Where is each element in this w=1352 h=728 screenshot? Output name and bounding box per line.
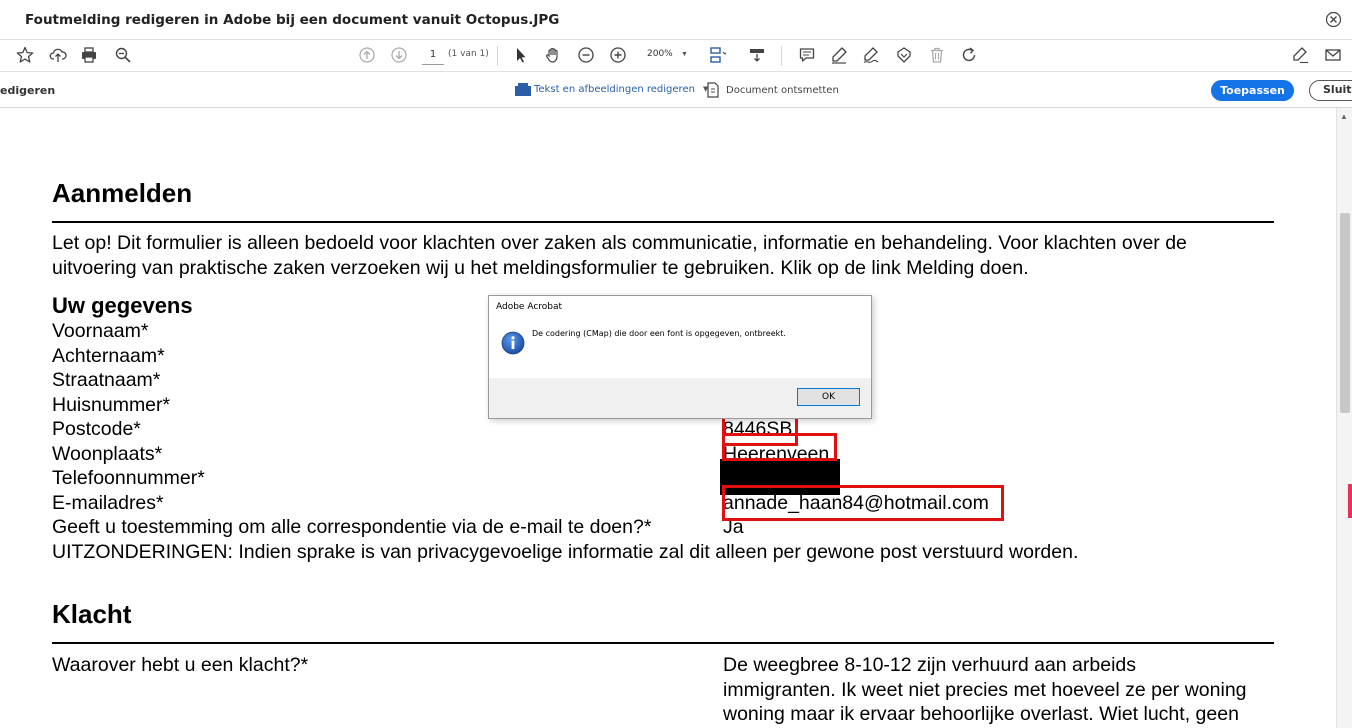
star-icon[interactable] bbox=[15, 45, 35, 65]
heading-rule bbox=[52, 642, 1274, 644]
scrollbar-thumb[interactable] bbox=[1340, 213, 1350, 413]
complaint-question: Waarover hebt u een klacht?* bbox=[52, 654, 309, 676]
delete-icon[interactable] bbox=[927, 45, 947, 65]
field-label: Voornaam* bbox=[52, 320, 149, 342]
intro-line-2: uitvoering van praktische zaken verzoeke… bbox=[52, 257, 1029, 279]
exceptions-text: UITZONDERINGEN: Indien sprake is van pri… bbox=[52, 541, 1079, 563]
complaint-answer-line[interactable]: De weegbree 8-10-12 zijn verhuurd aan ar… bbox=[723, 654, 1136, 677]
highlight-pen-icon[interactable] bbox=[829, 45, 849, 65]
edit-toolbar: edigeren Tekst en afbeeldingen redigeren… bbox=[0, 72, 1352, 108]
ok-button[interactable]: OK bbox=[797, 388, 860, 406]
sign-icon[interactable] bbox=[861, 45, 881, 65]
sanitize-document-label: Document ontsmetten bbox=[726, 84, 839, 96]
hand-tool-icon[interactable] bbox=[543, 45, 563, 65]
rotate-icon[interactable] bbox=[959, 45, 979, 65]
page-display-icon[interactable] bbox=[707, 45, 727, 65]
zoom-search-icon[interactable] bbox=[113, 45, 133, 65]
intro-line-1: Let op! Dit formulier is alleen bedoeld … bbox=[52, 232, 1187, 254]
print-icon[interactable] bbox=[79, 45, 99, 65]
zoom-level[interactable]: 200% bbox=[647, 49, 673, 59]
edit-box-email[interactable] bbox=[722, 485, 1004, 521]
edit-box-woonplaats[interactable] bbox=[722, 433, 837, 461]
close-edit-button[interactable]: Sluite bbox=[1309, 80, 1352, 101]
heading-rule bbox=[52, 221, 1274, 223]
page-count: (1 van 1) bbox=[448, 49, 489, 59]
error-dialog: Adobe Acrobat De codering (CMap) die doo… bbox=[488, 295, 872, 419]
heading-aanmelden: Aanmelden bbox=[52, 178, 193, 208]
apply-button[interactable]: Toepassen bbox=[1211, 80, 1294, 101]
field-label: Achternaam* bbox=[52, 345, 165, 367]
dialog-title: Adobe Acrobat bbox=[489, 296, 871, 318]
zoom-dropdown-icon[interactable]: ▼ bbox=[681, 51, 688, 58]
section-uw-gegevens: Uw gegevens bbox=[52, 293, 193, 318]
field-label: E-mailadres* bbox=[52, 492, 164, 514]
dialog-body: De codering (CMap) die door een font is … bbox=[489, 318, 871, 378]
edit-text-images-tool[interactable]: Tekst en afbeeldingen redigeren ▼ bbox=[515, 82, 708, 96]
scroll-mode-icon[interactable] bbox=[747, 45, 767, 65]
zoom-in-icon[interactable] bbox=[608, 45, 628, 65]
field-label: Straatnaam* bbox=[52, 369, 161, 391]
previous-page-icon[interactable] bbox=[357, 45, 377, 65]
edit-text-icon bbox=[515, 83, 531, 96]
comment-icon[interactable] bbox=[797, 45, 817, 65]
edit-mode-label: edigeren bbox=[0, 84, 56, 97]
main-toolbar bbox=[0, 40, 1352, 72]
next-page-icon[interactable] bbox=[389, 45, 409, 65]
toolbar-divider bbox=[781, 46, 782, 66]
email-icon[interactable] bbox=[1323, 45, 1343, 65]
sanitize-document-tool[interactable]: Document ontsmetten bbox=[706, 82, 839, 98]
side-panel-handle[interactable] bbox=[1348, 484, 1352, 518]
sanitize-icon bbox=[707, 82, 719, 98]
zoom-out-icon[interactable] bbox=[576, 45, 596, 65]
page-number-input[interactable]: 1 bbox=[422, 47, 444, 65]
cloud-upload-icon[interactable] bbox=[48, 45, 68, 65]
field-label: Geeft u toestemming om alle corresponden… bbox=[52, 516, 652, 538]
window-titlebar: Foutmelding redigeren in Adobe bij een d… bbox=[0, 0, 1352, 40]
field-label: Telefoonnummer* bbox=[52, 467, 205, 489]
field-label: Postcode* bbox=[52, 418, 141, 440]
vertical-scrollbar[interactable]: ▲ bbox=[1336, 108, 1352, 728]
heading-klacht: Klacht bbox=[52, 599, 132, 629]
fill-sign-icon[interactable] bbox=[1290, 45, 1310, 65]
field-label: Huisnummer* bbox=[52, 394, 171, 416]
close-window-icon[interactable] bbox=[1325, 11, 1342, 28]
stamp-icon[interactable] bbox=[894, 45, 914, 65]
info-icon bbox=[501, 331, 525, 355]
dialog-message: De codering (CMap) die door een font is … bbox=[532, 329, 786, 338]
complaint-answer-line[interactable]: woning maar ik ervaar behoorlijke overla… bbox=[723, 703, 1239, 726]
complaint-answer-line[interactable]: immigranten. Ik weet niet precies met ho… bbox=[723, 679, 1247, 702]
field-label: Woonplaats* bbox=[52, 443, 163, 465]
window-title: Foutmelding redigeren in Adobe bij een d… bbox=[25, 12, 560, 28]
scroll-up-icon[interactable]: ▲ bbox=[1340, 112, 1348, 121]
edit-text-images-label: Tekst en afbeeldingen redigeren bbox=[534, 83, 695, 95]
select-cursor-icon[interactable] bbox=[511, 45, 531, 65]
toolbar-divider bbox=[497, 46, 498, 66]
